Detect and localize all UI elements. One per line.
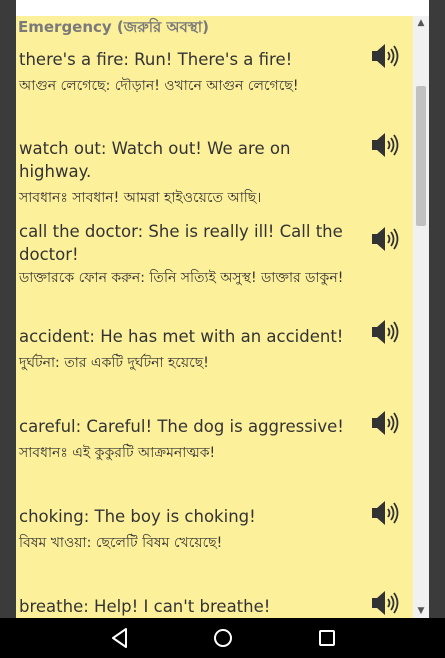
phrase-english: careful: Careful! The dog is aggressive! [19,417,344,436]
phrase-item: there's a fire: Run! There's a fire! আগু… [19,48,364,96]
phrase-bengali: বিষম খাওয়া: ছেলেটি বিষম খেয়েছে! [19,535,223,551]
device-frame-left [0,0,16,618]
phrase-english: choking: The boy is choking! [19,507,256,526]
phrase-bengali: সাবধানঃ সাবধান! আমরা হাইওয়েতে আছি। [19,190,262,206]
navigation-bar [0,618,445,658]
speaker-icon[interactable] [369,223,401,255]
phrase-item: choking: The boy is choking! বিষম খাওয়া… [19,505,364,553]
phrase-item: careful: Careful! The dog is aggressive!… [19,415,364,463]
back-triangle-icon[interactable] [106,626,134,650]
phrase-item: watch out: Watch out! We are on highway.… [19,137,364,208]
scrollbar[interactable]: ▲ ▼ [413,16,429,618]
phrase-english: watch out: Watch out! We are on highway. [19,139,291,181]
home-circle-icon[interactable] [209,626,237,650]
phrase-bengali: আগুন লেগেছে: দৌড়ান! ওখানে আগুন লেগেছে! [19,78,299,94]
recents-square-icon[interactable] [313,626,341,650]
phrase-bengali: ডাক্তারকে ফোন করুন: তিনি সত্যিই অসুস্থ! … [19,270,344,286]
phrase-bengali: দুর্ঘটনা: তার একটি দুর্ঘটনা হয়েছে! [19,355,209,371]
phrase-bengali: সাবধানঃ এই কুকুরটি আক্রমনাত্মক! [19,445,216,461]
phrase-english: there's a fire: Run! There's a fire! [19,50,293,69]
speaker-icon[interactable] [369,497,401,529]
phrase-item: accident: He has met with an accident! দ… [19,325,364,373]
speaker-icon[interactable] [369,129,401,161]
phrase-english: accident: He has met with an accident! [19,327,344,346]
scroll-down-arrow-icon[interactable]: ▼ [413,604,429,618]
device-frame-right [429,0,445,618]
phrase-english: call the doctor: She is really ill! Call… [19,222,343,264]
phrase-list[interactable]: Emergency (জরুরি অবস্থা) there's a fire:… [16,16,413,618]
phrase-item: breathe: Help! I can't breathe! [19,595,364,618]
speaker-icon[interactable] [369,587,401,618]
speaker-icon[interactable] [369,407,401,439]
scroll-thumb[interactable] [416,86,426,226]
phrase-english: breathe: Help! I can't breathe! [19,597,271,616]
speaker-icon[interactable] [369,40,401,72]
scroll-up-arrow-icon[interactable]: ▲ [413,16,429,30]
top-strip [16,0,429,16]
speaker-icon[interactable] [369,316,401,348]
section-title: Emergency (জরুরি অবস্থা) [18,18,209,36]
phrase-item: call the doctor: She is really ill! Call… [19,220,364,288]
